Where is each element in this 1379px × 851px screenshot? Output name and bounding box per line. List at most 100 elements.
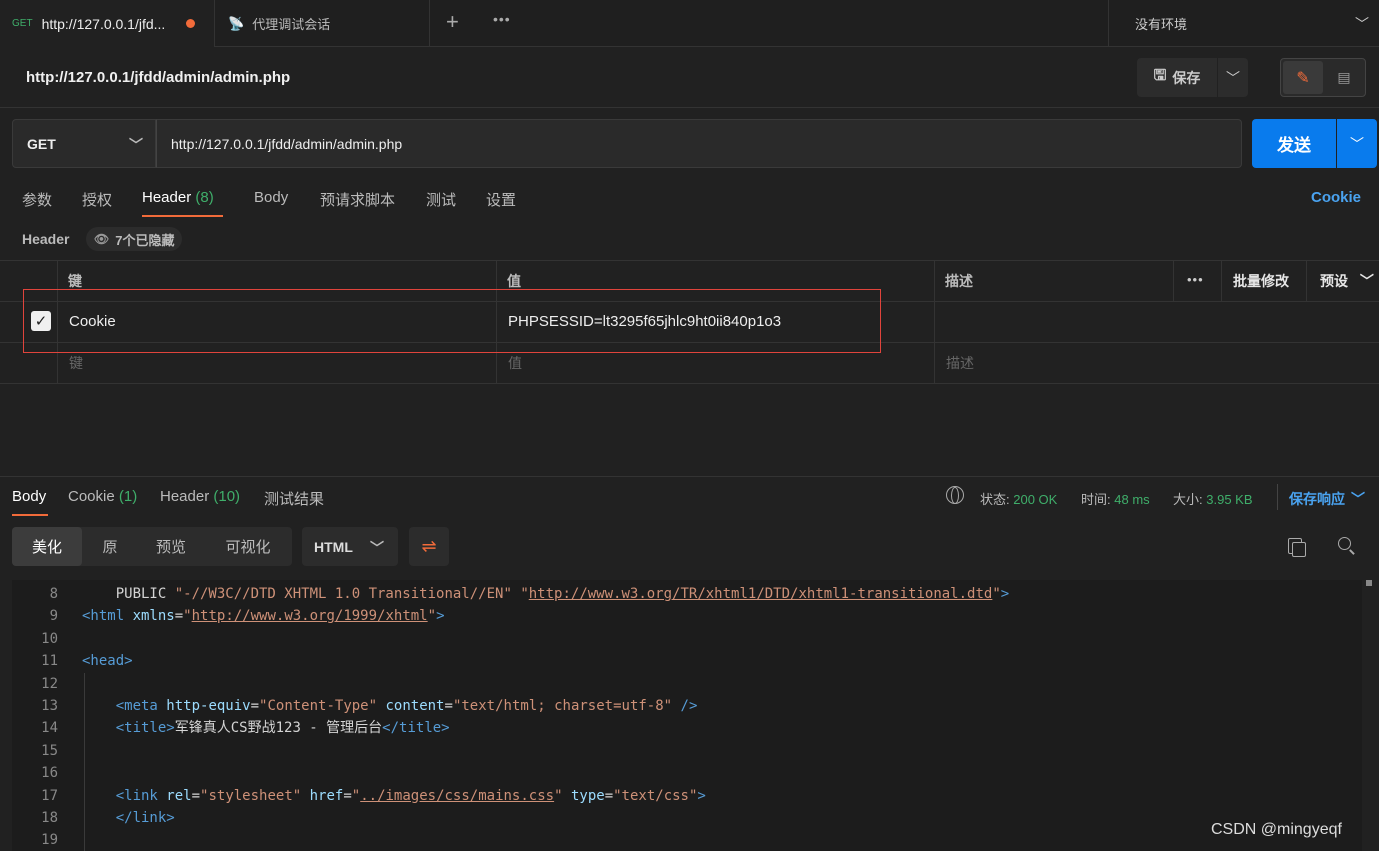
line-number: 18 — [41, 810, 58, 826]
response-tab-body[interactable]: Body — [12, 488, 46, 505]
code-text: </link> — [115, 810, 175, 826]
tab-auth[interactable]: 授权 — [82, 189, 112, 210]
hidden-headers-label: 7个已隐藏 — [115, 232, 175, 248]
code-text: <head> — [82, 653, 133, 670]
response-body-code[interactable]: 8 PUBLIC "-//W3C//DTD XHTML 1.0 Transiti… — [12, 580, 1362, 851]
size-display: 大小: 3.95 KB — [1173, 489, 1253, 508]
method-select[interactable]: GET ﹀ — [12, 119, 156, 168]
table-border — [0, 383, 1379, 384]
column-divider — [1173, 260, 1174, 301]
presets-dropdown[interactable]: 预设 ﹀ — [1320, 271, 1374, 291]
request-title: http://127.0.0.1/jfdd/admin/admin.php — [26, 69, 291, 86]
cookies-link[interactable]: Cookie — [1311, 189, 1361, 206]
copy-icon[interactable] — [1288, 538, 1306, 557]
bulk-edit-button[interactable]: 批量修改 — [1233, 271, 1289, 291]
save-response-label: 保存响应 — [1289, 491, 1345, 507]
url-value: http://127.0.0.1/jfdd/admin/admin.php — [171, 135, 403, 152]
globe-icon[interactable] — [946, 486, 964, 504]
tab-pre-request-script[interactable]: 预请求脚本 — [320, 189, 395, 210]
response-tab-cookies[interactable]: Cookie (1) — [68, 488, 137, 505]
line-number: 15 — [41, 742, 58, 759]
code-line: 12 — [12, 673, 1362, 695]
code-line: 8 PUBLIC "-//W3C//DTD XHTML 1.0 Transiti… — [12, 583, 1362, 605]
size-label: 大小: — [1173, 492, 1203, 507]
format-select[interactable]: HTML ﹀ — [302, 527, 398, 566]
divider — [1277, 484, 1278, 510]
save-response-button[interactable]: 保存响应 ﹀ — [1289, 489, 1365, 509]
tab-title: http://127.0.0.1/jfd... — [41, 15, 166, 32]
divider — [0, 476, 1379, 477]
active-tab-indicator — [142, 215, 223, 217]
save-dropdown-button[interactable]: ﹀ — [1218, 58, 1248, 97]
scrollbar[interactable] — [1362, 580, 1379, 851]
send-dropdown-button[interactable]: ﹀ — [1337, 119, 1377, 168]
response-tab-test-results[interactable]: 测试结果 — [264, 488, 324, 509]
new-value-input[interactable]: 值 — [508, 353, 522, 373]
response-view-modes: 美化 原 预览 可视化 — [12, 527, 292, 566]
new-tab-button[interactable]: + — [446, 10, 459, 34]
tab-settings[interactable]: 设置 — [486, 189, 516, 210]
more-options-icon[interactable]: ••• — [1187, 272, 1204, 287]
view-preview-button[interactable]: 预览 — [138, 527, 204, 566]
tab-headers-count: (8) — [195, 189, 214, 206]
response-tab-cookies-count: (1) — [118, 488, 138, 505]
line-number: 8 — [49, 586, 58, 602]
chevron-down-icon: ﹀ — [1351, 491, 1365, 507]
tab-params[interactable]: 参数 — [22, 189, 52, 210]
comments-icon[interactable]: ▤ — [1325, 61, 1363, 94]
tab-tests[interactable]: 测试 — [426, 189, 456, 210]
save-icon: 🖫 — [1153, 67, 1167, 84]
scrollbar-thumb[interactable] — [1366, 580, 1372, 586]
edit-mode-pencil-icon[interactable]: ✎ — [1283, 61, 1323, 94]
line-number: 19 — [41, 832, 58, 849]
request-tab-active[interactable]: GET http://127.0.0.1/jfd... — [0, 0, 215, 47]
status-value: 200 OK — [1013, 492, 1058, 507]
line-number: 16 — [41, 765, 58, 782]
format-value: HTML — [314, 538, 353, 555]
tab-headers[interactable]: Header (8) — [142, 189, 214, 206]
view-pretty-button[interactable]: 美化 — [12, 527, 82, 566]
line-number: 11 — [41, 653, 58, 670]
line-number: 14 — [41, 720, 58, 737]
column-header-description: 描述 — [945, 273, 973, 289]
presets-label: 预设 — [1320, 273, 1348, 289]
eye-icon: 👁 — [94, 232, 110, 246]
code-line: 9 <html xmlns="http://www.w3.org/1999/xht… — [12, 605, 1362, 627]
line-number: 12 — [41, 675, 58, 692]
proxy-session-tab[interactable]: 📡 代理调试会话 — [216, 0, 430, 47]
column-header-value: 值 — [507, 273, 521, 289]
code-text: <title>军锋真人CS野战123 - 管理后台</title> — [115, 720, 450, 737]
send-button[interactable]: 发送 — [1252, 119, 1336, 168]
watermark: CSDN @mingyeqf — [1211, 821, 1342, 838]
code-line: 16 — [12, 762, 1362, 784]
new-key-input[interactable]: 键 — [69, 353, 83, 373]
code-line: 13 <meta http-equiv="Content-Type" conte… — [12, 695, 1362, 717]
hidden-headers-toggle[interactable]: 👁 7个已隐藏 — [86, 227, 183, 251]
response-tab-headers[interactable]: Header (10) — [160, 488, 240, 505]
size-value: 3.95 KB — [1206, 492, 1253, 507]
code-text: PUBLIC "-//W3C//DTD XHTML 1.0 Transition… — [82, 586, 1010, 602]
highlight-annotation — [23, 289, 881, 353]
time-value: 48 ms — [1114, 492, 1150, 507]
search-icon[interactable] — [1338, 537, 1351, 550]
unsaved-dot-icon — [186, 19, 195, 28]
view-mode-toggle: ✎ ▤ — [1280, 58, 1366, 97]
wrap-lines-icon[interactable]: ⇌ — [409, 527, 449, 566]
code-text: <meta http-equiv="Content-Type" content=… — [115, 698, 698, 714]
save-button[interactable]: 🖫 保存 — [1137, 58, 1217, 97]
code-line: 10 — [12, 628, 1362, 650]
method-value: GET — [27, 135, 56, 152]
view-raw-button[interactable]: 原 — [82, 527, 138, 566]
environment-selector[interactable]: 没有环境 ﹀ — [1108, 0, 1379, 47]
chevron-down-icon: ﹀ — [1359, 273, 1374, 289]
tab-body[interactable]: Body — [254, 189, 288, 206]
tab-headers-label: Header — [142, 189, 192, 206]
new-description-input[interactable]: 描述 — [946, 353, 974, 373]
more-tabs-icon[interactable]: ••• — [493, 11, 511, 27]
view-visualize-button[interactable]: 可视化 — [204, 527, 292, 566]
broadcast-icon: 📡 — [228, 15, 245, 31]
url-input[interactable]: http://127.0.0.1/jfdd/admin/admin.php — [156, 119, 1242, 168]
code-line: 18 </link> — [12, 807, 1362, 829]
active-tab-indicator — [12, 514, 48, 516]
code-text: <html xmlns="http://www.w3.org/1999/xhtm… — [82, 608, 445, 625]
